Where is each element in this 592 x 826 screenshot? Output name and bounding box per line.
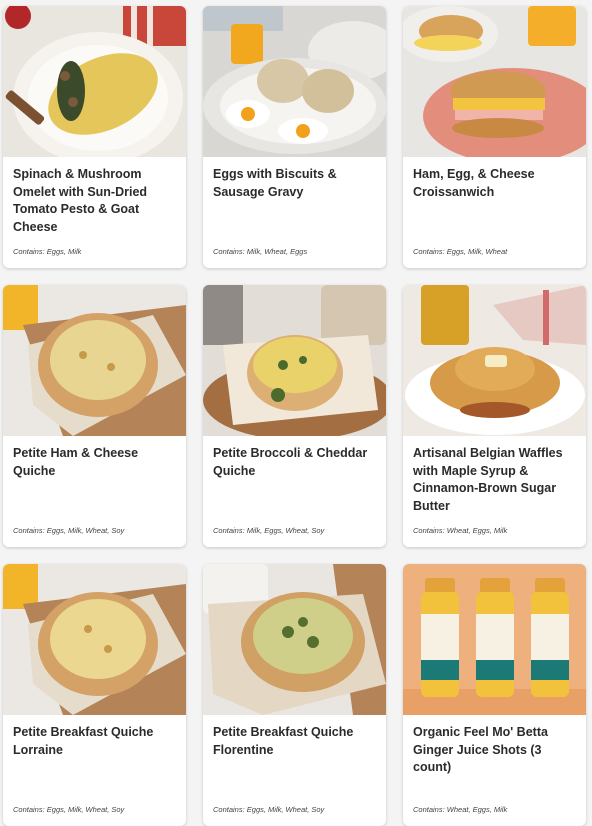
product-name[interactable]: Petite Breakfast Quiche Lorraine: [13, 724, 176, 759]
allergen-info: Contains: Eggs, Milk, Wheat: [413, 247, 508, 256]
product-name[interactable]: Artisanal Belgian Waffles with Maple Syr…: [413, 445, 576, 515]
product-card[interactable]: Artisanal Belgian Waffles with Maple Syr…: [403, 285, 586, 547]
product-image-ham-quiche[interactable]: [3, 285, 186, 436]
product-name[interactable]: Petite Broccoli & Cheddar Quiche: [213, 445, 376, 480]
product-image-croissanwich[interactable]: [403, 6, 586, 157]
product-name[interactable]: Eggs with Biscuits & Sausage Gravy: [213, 166, 376, 201]
product-image-omelet[interactable]: [3, 6, 186, 157]
allergen-info: Contains: Wheat, Eggs, Milk: [413, 526, 508, 535]
product-card[interactable]: Petite Breakfast Quiche Lorraine Contain…: [3, 564, 186, 826]
product-card[interactable]: Organic Feel Mo' Betta Ginger Juice Shot…: [403, 564, 586, 826]
product-name[interactable]: Petite Ham & Cheese Quiche: [13, 445, 176, 480]
product-image-quiche-lorraine[interactable]: [3, 564, 186, 715]
product-image-quiche-florentine[interactable]: [203, 564, 386, 715]
product-card[interactable]: Eggs with Biscuits & Sausage Gravy Conta…: [203, 6, 386, 268]
product-grid: Spinach & Mushroom Omelet with Sun-Dried…: [0, 0, 592, 826]
allergen-info: Contains: Milk, Eggs, Wheat, Soy: [213, 526, 325, 535]
product-card[interactable]: Ham, Egg, & Cheese Croissanwich Contains…: [403, 6, 586, 268]
product-name[interactable]: Ham, Egg, & Cheese Croissanwich: [413, 166, 576, 201]
allergen-info: Contains: Eggs, Milk, Wheat, Soy: [13, 805, 125, 814]
product-image-biscuits-gravy[interactable]: [203, 6, 386, 157]
product-name[interactable]: Organic Feel Mo' Betta Ginger Juice Shot…: [413, 724, 576, 777]
allergen-info: Contains: Milk, Wheat, Eggs: [213, 247, 308, 256]
product-card[interactable]: Spinach & Mushroom Omelet with Sun-Dried…: [3, 6, 186, 268]
allergen-info: Contains: Eggs, Milk: [13, 247, 82, 256]
product-image-broccoli-quiche[interactable]: [203, 285, 386, 436]
product-card[interactable]: Petite Breakfast Quiche Florentine Conta…: [203, 564, 386, 826]
product-name[interactable]: Petite Breakfast Quiche Florentine: [213, 724, 376, 759]
allergen-info: Contains: Eggs, Milk, Wheat, Soy: [213, 805, 325, 814]
allergen-info: Contains: Wheat, Eggs, Milk: [413, 805, 508, 814]
product-card[interactable]: Petite Broccoli & Cheddar Quiche Contain…: [203, 285, 386, 547]
product-card[interactable]: Petite Ham & Cheese Quiche Contains: Egg…: [3, 285, 186, 547]
allergen-info: Contains: Eggs, Milk, Wheat, Soy: [13, 526, 125, 535]
product-image-waffles[interactable]: [403, 285, 586, 436]
product-image-juice-shots[interactable]: [403, 564, 586, 715]
product-name[interactable]: Spinach & Mushroom Omelet with Sun-Dried…: [13, 166, 176, 236]
